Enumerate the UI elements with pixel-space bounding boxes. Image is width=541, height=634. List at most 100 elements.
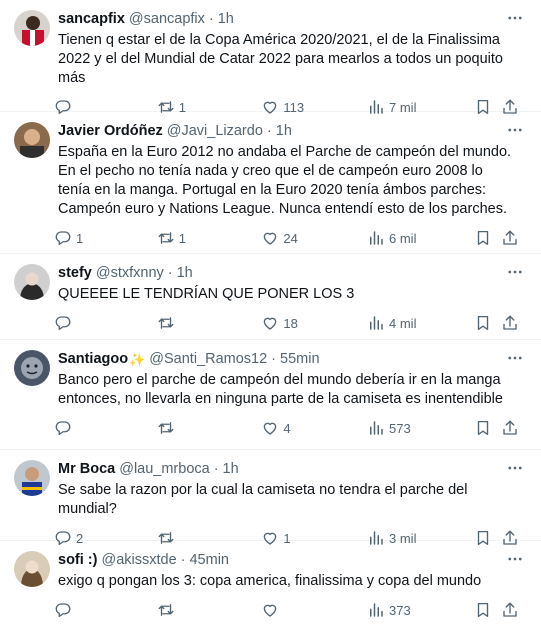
tweet[interactable]: sancapfix @sancapfix · 1h Tienen q estar… <box>0 0 541 115</box>
bookmark-icon <box>477 420 488 436</box>
tweet-text: Banco pero el parche de campeón del mund… <box>58 372 503 407</box>
avatar[interactable] <box>14 460 50 496</box>
avatar[interactable] <box>14 350 50 386</box>
views-chart-icon <box>370 316 383 330</box>
tweet-text: QUEEEE LE TENDRÍAN QUE PONER LOS 3 <box>58 286 355 302</box>
separator-dot: · <box>208 11 214 27</box>
action-bar: 4 573 <box>54 409 525 447</box>
reply-bubble-icon <box>55 231 71 246</box>
like-button[interactable]: 18 <box>261 314 367 332</box>
reply-feed: sancapfix @sancapfix · 1h Tienen q estar… <box>0 0 541 634</box>
author-name[interactable]: Santiagoo <box>58 350 128 369</box>
avatar[interactable] <box>14 264 50 300</box>
bookmark-icon <box>477 602 488 618</box>
view-count: 373 <box>389 602 411 618</box>
timestamp[interactable]: 1h <box>177 264 193 283</box>
action-bar: 1 1 24 6 mil <box>54 219 525 257</box>
views-button[interactable]: 573 <box>367 419 474 437</box>
retweet-icon <box>158 422 174 434</box>
bookmark-button[interactable] <box>474 419 502 437</box>
tweet[interactable]: Mr Boca @lau_mrboca · 1h Se sabe la razo… <box>0 450 541 546</box>
avatar[interactable] <box>14 10 50 46</box>
share-upload-icon <box>503 230 517 245</box>
view-count: 6 mil <box>389 230 417 246</box>
like-button[interactable]: 24 <box>261 229 367 247</box>
tweet-text: Se sabe la razon por la cual la camiseta… <box>58 482 468 517</box>
views-button[interactable]: 373 <box>367 601 474 619</box>
retweet-icon <box>158 232 174 244</box>
author-name[interactable]: stefy <box>58 264 92 283</box>
reply-bubble-icon <box>55 421 71 436</box>
view-count: 573 <box>389 420 411 436</box>
share-upload-icon <box>503 420 517 435</box>
retweet-icon <box>158 604 174 616</box>
author-handle[interactable]: @lau_mrboca <box>119 460 209 479</box>
retweet-button[interactable] <box>157 419 262 437</box>
more-horizontal-icon[interactable] <box>503 549 527 569</box>
heart-icon <box>264 317 277 330</box>
reply-button[interactable] <box>54 601 157 619</box>
views-button[interactable]: 4 mil <box>367 314 474 332</box>
reply-button[interactable] <box>54 314 157 332</box>
like-count: 24 <box>283 230 298 246</box>
retweet-button[interactable] <box>157 314 262 332</box>
share-button[interactable] <box>501 229 525 247</box>
more-horizontal-icon[interactable] <box>503 262 527 282</box>
more-horizontal-icon[interactable] <box>503 120 527 140</box>
bookmark-button[interactable] <box>474 314 502 332</box>
retweet-icon <box>158 317 174 329</box>
share-button[interactable] <box>501 314 525 332</box>
tweet[interactable]: Santiagoo ✨ @Santi_Ramos12 · 55min Banco … <box>0 340 541 450</box>
timestamp[interactable]: 45min <box>189 551 229 570</box>
heart-icon <box>264 232 277 245</box>
tweet-text: Tienen q estar el de la Copa América 202… <box>58 32 503 86</box>
author-handle[interactable]: @Javi_Lizardo <box>167 122 263 141</box>
author-handle[interactable]: @stxfxnny <box>96 264 164 283</box>
tweet[interactable]: Javier Ordóñez @Javi_Lizardo · 1h España… <box>0 112 541 254</box>
like-count: 4 <box>283 420 291 436</box>
views-button[interactable]: 6 mil <box>367 229 474 247</box>
reply-button[interactable]: 1 <box>54 229 157 247</box>
avatar[interactable] <box>14 122 50 158</box>
author-handle[interactable]: @Santi_Ramos12 <box>149 350 267 369</box>
reply-button[interactable] <box>54 419 157 437</box>
tweet-text: exigo q pongan los 3: copa america, fina… <box>58 573 482 589</box>
retweet-count: 1 <box>178 230 186 246</box>
like-count: 18 <box>283 315 298 331</box>
timestamp[interactable]: 1h <box>218 10 234 29</box>
reply-bubble-icon <box>55 316 71 331</box>
retweet-button[interactable]: 1 <box>157 229 262 247</box>
tweet[interactable]: sofi :) @akissxtde · 45min exigo q ponga… <box>0 541 541 634</box>
bookmark-button[interactable] <box>474 601 502 619</box>
separator-dot: · <box>213 461 219 477</box>
author-name[interactable]: Mr Boca <box>58 460 115 479</box>
like-button[interactable] <box>261 601 367 619</box>
author-name[interactable]: sancapfix <box>58 10 125 29</box>
share-button[interactable] <box>501 601 525 619</box>
author-name[interactable]: sofi :) <box>58 551 97 570</box>
retweet-button[interactable] <box>157 601 262 619</box>
avatar[interactable] <box>14 551 50 587</box>
view-count: 4 mil <box>389 315 417 331</box>
author-handle[interactable]: @sancapfix <box>129 10 205 29</box>
more-horizontal-icon[interactable] <box>503 458 527 478</box>
share-button[interactable] <box>501 419 525 437</box>
bookmark-button[interactable] <box>474 229 502 247</box>
more-horizontal-icon[interactable] <box>503 348 527 368</box>
author-handle[interactable]: @akissxtde <box>101 551 176 570</box>
action-bar: 18 4 mil <box>54 304 525 342</box>
more-horizontal-icon[interactable] <box>503 8 527 28</box>
views-chart-icon <box>370 231 383 245</box>
tweet[interactable]: stefy @stxfxnny · 1h QUEEEE LE TENDRÍAN … <box>0 254 541 340</box>
timestamp[interactable]: 55min <box>280 350 320 369</box>
separator-dot: · <box>271 351 277 367</box>
bookmark-icon <box>477 315 488 331</box>
timestamp[interactable]: 1h <box>223 460 239 479</box>
author-name[interactable]: Javier Ordóñez <box>58 122 163 141</box>
action-bar: 373 <box>54 591 525 629</box>
heart-icon <box>264 422 277 435</box>
like-button[interactable]: 4 <box>261 419 367 437</box>
bookmark-icon <box>477 230 488 246</box>
reply-count: 1 <box>76 230 84 246</box>
timestamp[interactable]: 1h <box>276 122 292 141</box>
